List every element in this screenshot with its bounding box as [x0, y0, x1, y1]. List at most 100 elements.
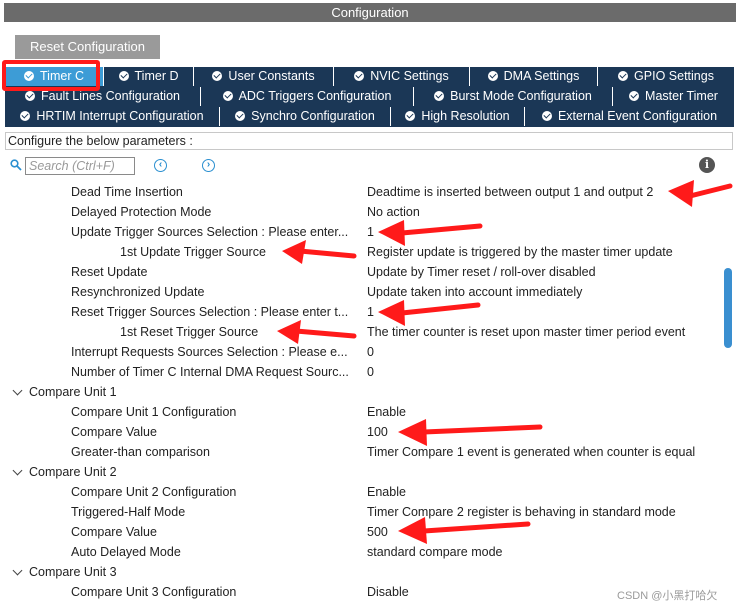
tab-label: NVIC Settings: [370, 69, 449, 83]
chevron-down-icon[interactable]: [12, 385, 23, 396]
param-value[interactable]: Timer Compare 2 register is behaving in …: [367, 502, 676, 522]
param-label: 1st Reset Trigger Source: [120, 325, 259, 339]
param-value[interactable]: Deadtime is inserted between output 1 an…: [367, 182, 653, 202]
param-value[interactable]: Register update is triggered by the mast…: [367, 242, 673, 262]
param-row[interactable]: Compare Unit 1 Configuration Enable: [0, 402, 720, 422]
param-value[interactable]: standard compare mode: [367, 542, 503, 562]
tab-label: Master Timer: [645, 89, 718, 103]
tab-external-event-configuration[interactable]: External Event Configuration: [525, 107, 734, 126]
info-icon[interactable]: i: [699, 157, 715, 173]
check-icon: [20, 111, 31, 121]
group-label: Compare Unit 1: [29, 385, 117, 399]
group-compare-unit-1[interactable]: Compare Unit 1: [0, 382, 720, 402]
param-value[interactable]: 1: [367, 222, 374, 242]
param-value[interactable]: 1: [367, 302, 374, 322]
param-value[interactable]: 0: [367, 362, 374, 382]
tab-label: Timer D: [134, 69, 179, 83]
tab-synchro-configuration[interactable]: Synchro Configuration: [220, 107, 391, 126]
tab-dma-settings[interactable]: DMA Settings: [470, 67, 598, 86]
param-label: Dead Time Insertion: [71, 185, 183, 199]
tab-label: High Resolution: [421, 109, 510, 123]
param-row[interactable]: Compare Value 500: [0, 522, 720, 542]
param-value[interactable]: Disable: [367, 582, 409, 602]
tab-row-1: Timer C Timer D User Constants NVIC Sett…: [5, 67, 734, 86]
tab-adc-triggers-configuration[interactable]: ADC Triggers Configuration: [201, 87, 414, 106]
group-compare-unit-3[interactable]: Compare Unit 3: [0, 562, 720, 582]
tab-timer-d[interactable]: Timer D: [104, 67, 194, 86]
arrow-right-circle-icon[interactable]: ›: [202, 159, 215, 172]
tab-label: HRTIM Interrupt Configuration: [36, 109, 204, 123]
param-value[interactable]: 100: [367, 422, 388, 442]
param-row[interactable]: 1st Reset Trigger Source The timer counte…: [0, 322, 720, 342]
param-row[interactable]: Triggered-Half Mode Timer Compare 2 regis…: [0, 502, 720, 522]
param-row[interactable]: Greater-than comparison Timer Compare 1 e…: [0, 442, 720, 462]
tab-nvic-settings[interactable]: NVIC Settings: [334, 67, 470, 86]
check-icon: [629, 91, 640, 101]
tab-label: ADC Triggers Configuration: [238, 89, 392, 103]
tab-gpio-settings[interactable]: GPIO Settings: [598, 67, 734, 86]
check-icon: [25, 91, 35, 101]
param-value[interactable]: 500: [367, 522, 388, 542]
param-value[interactable]: Enable: [367, 402, 406, 422]
tab-row-2: Fault Lines Configuration ADC Triggers C…: [5, 87, 734, 106]
tab-high-resolution[interactable]: High Resolution: [391, 107, 525, 126]
tab-user-constants[interactable]: User Constants: [194, 67, 334, 86]
arrow-left-circle-icon[interactable]: ‹: [154, 159, 167, 172]
param-value[interactable]: 0: [367, 342, 374, 362]
tab-hrtim-interrupt-configuration[interactable]: HRTIM Interrupt Configuration: [5, 107, 220, 126]
param-row[interactable]: Interrupt Requests Sources Selection : P…: [0, 342, 720, 362]
window-titlebar: Configuration: [0, 0, 740, 24]
tab-label: DMA Settings: [503, 69, 580, 83]
param-label: Compare Value: [71, 425, 157, 439]
param-row[interactable]: Resynchronized Update Update taken into a…: [0, 282, 720, 302]
param-row[interactable]: Auto Delayed Mode standard compare mode: [0, 542, 720, 562]
param-row[interactable]: Dead Time Insertion Deadtime is inserted …: [0, 182, 720, 202]
tab-master-timer[interactable]: Master Timer: [613, 87, 734, 106]
tab-bar: Timer C Timer D User Constants NVIC Sett…: [5, 67, 734, 127]
group-label: Compare Unit 2: [29, 465, 117, 479]
reset-configuration-button[interactable]: Reset Configuration: [15, 35, 160, 59]
param-label: Compare Value: [71, 525, 157, 539]
param-row[interactable]: Reset Trigger Sources Selection : Please…: [0, 302, 720, 322]
param-row[interactable]: Reset Update Update by Timer reset / roll…: [0, 262, 720, 282]
chevron-down-icon[interactable]: [12, 565, 23, 576]
chevron-down-icon[interactable]: [12, 465, 23, 476]
group-compare-unit-2[interactable]: Compare Unit 2: [0, 462, 720, 482]
tab-label: Fault Lines Configuration: [41, 89, 180, 103]
scrollbar-thumb[interactable]: [724, 268, 732, 348]
group-label: Compare Unit 3: [29, 565, 117, 579]
param-label: Reset Update: [71, 265, 148, 279]
param-value[interactable]: Update taken into account immediately: [367, 282, 582, 302]
param-label: Triggered-Half Mode: [71, 505, 186, 519]
check-icon: [434, 91, 445, 101]
search-icon: [10, 159, 22, 171]
param-value[interactable]: The timer counter is reset upon master t…: [367, 322, 685, 342]
param-row[interactable]: Update Trigger Sources Selection : Pleas…: [0, 222, 720, 242]
param-value[interactable]: Timer Compare 1 event is generated when …: [367, 442, 695, 462]
param-value[interactable]: Update by Timer reset / roll-over disabl…: [367, 262, 596, 282]
check-icon: [541, 111, 552, 121]
param-value[interactable]: Enable: [367, 482, 406, 502]
param-label: Auto Delayed Mode: [71, 545, 181, 559]
param-row[interactable]: Compare Unit 3 Configuration Disable: [0, 582, 720, 602]
param-label: Resynchronized Update: [71, 285, 205, 299]
tab-burst-mode-configuration[interactable]: Burst Mode Configuration: [414, 87, 613, 106]
param-value[interactable]: No action: [367, 202, 420, 222]
tab-row-3: HRTIM Interrupt Configuration Synchro Co…: [5, 107, 734, 126]
check-icon: [212, 71, 223, 81]
check-icon: [222, 91, 233, 101]
param-label: Compare Unit 1 Configuration: [71, 405, 237, 419]
param-row[interactable]: Number of Timer C Internal DMA Request S…: [0, 362, 720, 382]
vertical-scrollbar[interactable]: [722, 180, 734, 607]
check-icon: [618, 71, 629, 81]
check-icon: [118, 71, 129, 81]
tab-label: Burst Mode Configuration: [450, 89, 592, 103]
param-label: Delayed Protection Mode: [71, 205, 212, 219]
check-icon: [405, 111, 416, 121]
highlight-box-annotation: [2, 60, 100, 91]
param-row[interactable]: Compare Unit 2 Configuration Enable: [0, 482, 720, 502]
param-row[interactable]: Compare Value 100: [0, 422, 720, 442]
param-row[interactable]: Delayed Protection Mode No action: [0, 202, 720, 222]
param-row[interactable]: 1st Update Trigger Source Register update…: [0, 242, 720, 262]
search-input[interactable]: [25, 157, 135, 175]
